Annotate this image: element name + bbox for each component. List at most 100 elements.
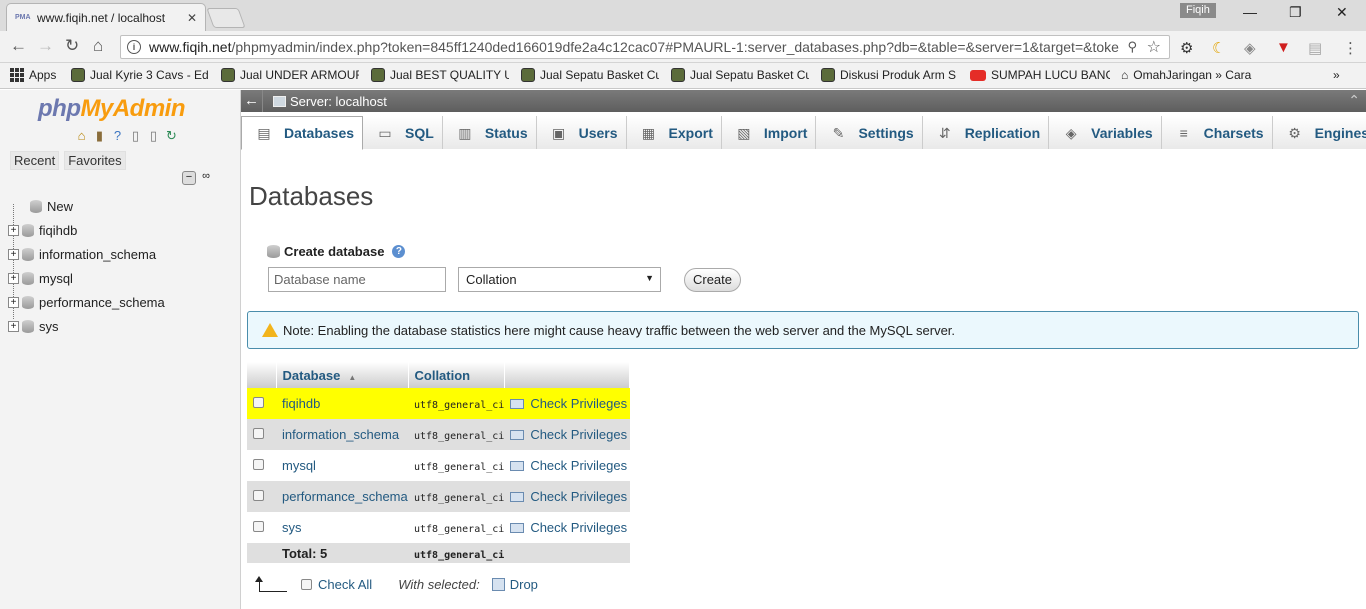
exit-icon[interactable]: ▮ xyxy=(92,128,107,143)
collapse-nav-arrow-icon[interactable]: ← xyxy=(241,90,263,112)
bookmark-apps[interactable]: Apps xyxy=(10,68,56,82)
expand-icon[interactable]: + xyxy=(8,320,19,332)
home-icon[interactable]: ⌂ xyxy=(74,128,89,143)
tree-item-fiqihdb[interactable]: + fiqihdb xyxy=(8,218,165,242)
bookmark-item[interactable]: Diskusi Produk Arm S xyxy=(821,68,959,82)
collation-cell: utf8_general_ci xyxy=(414,400,505,411)
database-link[interactable]: sys xyxy=(282,520,302,535)
link-icon[interactable]: ∞ xyxy=(199,171,213,185)
row-checkbox[interactable] xyxy=(253,521,264,532)
tree-item-information-schema[interactable]: + information_schema xyxy=(8,242,165,266)
server-breadcrumb[interactable]: Server: localhost xyxy=(273,94,387,109)
key-icon[interactable]: ⚲ xyxy=(1127,39,1137,55)
tab-engines[interactable]: ⚙ Engines xyxy=(1272,116,1366,149)
settings-icon[interactable]: ▯ xyxy=(146,128,161,143)
bookmark-item[interactable]: Jual Sepatu Basket Cu xyxy=(521,68,659,82)
expand-icon[interactable]: + xyxy=(8,224,19,236)
table-row[interactable]: sys utf8_general_ci Check Privileges xyxy=(247,512,630,543)
tab-export[interactable]: ▦ Export xyxy=(626,116,722,149)
close-tab-icon[interactable]: ✕ xyxy=(187,11,197,25)
header-database[interactable]: Database ▲ xyxy=(276,362,409,388)
more-bookmarks-button[interactable]: » xyxy=(1333,68,1340,82)
tab-favorites[interactable]: Favorites xyxy=(64,151,126,170)
tab-sql[interactable]: ▭ SQL xyxy=(363,116,443,149)
check-privileges-link[interactable]: Check Privileges xyxy=(510,458,629,473)
expand-icon[interactable]: + xyxy=(8,272,19,284)
site-info-icon[interactable]: i xyxy=(127,40,141,54)
database-link[interactable]: mysql xyxy=(282,458,316,473)
check-privileges-link[interactable]: Check Privileges xyxy=(510,427,629,442)
tab-status[interactable]: ▥ Status xyxy=(442,116,537,149)
profile-badge[interactable]: Fiqih xyxy=(1180,3,1216,18)
bookmark-item[interactable]: SUMPAH LUCU BANG xyxy=(970,68,1110,82)
tree-item-sys[interactable]: + sys xyxy=(8,314,165,338)
drop-button[interactable]: Drop xyxy=(510,577,538,592)
check-privileges-link[interactable]: Check Privileges xyxy=(510,520,629,535)
moon-extension-icon[interactable]: ☾ xyxy=(1212,39,1225,57)
tab-import[interactable]: ▧ Import xyxy=(721,116,817,149)
header-collation[interactable]: Collation xyxy=(408,362,505,388)
back-arrow-icon[interactable]: ← xyxy=(10,36,27,56)
help-icon[interactable]: ? xyxy=(110,128,125,143)
pdf-extension-icon[interactable]: ▤ xyxy=(1308,39,1322,57)
gear-extension-icon[interactable]: ⚙ xyxy=(1180,39,1193,57)
restore-icon[interactable]: ❐ xyxy=(1289,4,1302,21)
bookmark-item[interactable]: Jual Kyrie 3 Cavs - Ed: xyxy=(71,68,209,82)
table-row[interactable]: performance_schema utf8_general_ci Check… xyxy=(247,481,630,512)
url-path: /phpmyadmin/index.php?token=845ff1240ded… xyxy=(231,39,1119,55)
browser-tab[interactable]: PMA www.fiqih.net / localhost ✕ xyxy=(6,3,206,31)
tab-variables[interactable]: ◈ Variables xyxy=(1049,116,1162,149)
reload-icon[interactable]: ↻ xyxy=(65,36,79,56)
database-link[interactable]: performance_schema xyxy=(282,489,408,504)
collapse-all-icon[interactable]: − xyxy=(182,171,196,185)
database-link[interactable]: information_schema xyxy=(282,427,399,442)
window-close-icon[interactable]: ✕ xyxy=(1336,4,1348,21)
create-button[interactable]: Create xyxy=(684,268,741,292)
new-tab-button[interactable] xyxy=(206,8,246,28)
tree-item-mysql[interactable]: + mysql xyxy=(8,266,165,290)
address-bar[interactable]: i www.fiqih.net/phpmyadmin/index.php?tok… xyxy=(120,35,1170,59)
bookmark-item[interactable]: Jual Sepatu Basket Cu xyxy=(671,68,809,82)
box-extension-icon[interactable]: ◈ xyxy=(1244,39,1256,57)
privileges-icon xyxy=(510,460,525,471)
tree-item-new[interactable]: New xyxy=(8,194,165,218)
expand-icon[interactable]: + xyxy=(8,248,19,260)
expand-icon[interactable]: + xyxy=(8,296,19,308)
check-all-label[interactable]: Check All xyxy=(318,577,372,592)
tab-recent[interactable]: Recent xyxy=(10,151,60,170)
reload-nav-icon[interactable]: ↻ xyxy=(164,128,179,143)
table-row[interactable]: mysql utf8_general_ci Check Privileges xyxy=(247,450,630,481)
minimize-icon[interactable]: — xyxy=(1243,4,1257,20)
check-all-checkbox[interactable] xyxy=(301,579,312,590)
collation-select[interactable]: Collation ▼ xyxy=(458,267,661,292)
docs-icon[interactable]: ▯ xyxy=(128,128,143,143)
row-checkbox[interactable] xyxy=(253,459,264,470)
check-privileges-link[interactable]: Check Privileges xyxy=(510,489,629,504)
tab-settings[interactable]: ✎ Settings xyxy=(816,116,923,149)
bookmark-item[interactable]: Jual UNDER ARMOUR xyxy=(221,68,359,82)
tab-charsets[interactable]: ≡ Charsets xyxy=(1161,116,1273,149)
phpmyadmin-logo[interactable]: phpMyAdmin xyxy=(38,95,185,123)
shield-extension-icon[interactable]: ▼ xyxy=(1276,39,1291,56)
bookmark-item[interactable]: ⌂ OmahJaringan » Cara xyxy=(1121,68,1261,82)
check-privileges-link[interactable]: Check Privileges xyxy=(510,396,629,411)
tab-databases[interactable]: ▤ Databases xyxy=(241,116,364,150)
help-icon[interactable]: ? xyxy=(392,245,406,258)
database-link[interactable]: fiqihdb xyxy=(282,396,320,411)
tree-item-performance-schema[interactable]: + performance_schema xyxy=(8,290,165,314)
row-checkbox[interactable] xyxy=(253,428,264,439)
tab-users[interactable]: ▣ Users xyxy=(536,116,627,149)
tab-replication[interactable]: ⇵ Replication xyxy=(922,116,1050,149)
row-checkbox[interactable] xyxy=(253,397,264,408)
forward-arrow-icon[interactable]: → xyxy=(37,36,54,56)
bookmark-item[interactable]: Jual BEST QUALITY U: xyxy=(371,68,509,82)
menu-kebab-icon[interactable]: ⋮ xyxy=(1343,39,1358,57)
home-icon[interactable]: ⌂ xyxy=(93,36,103,56)
database-name-input[interactable] xyxy=(268,267,446,292)
table-row[interactable]: information_schema utf8_general_ci Check… xyxy=(247,419,630,450)
table-row[interactable]: fiqihdb utf8_general_ci Check Privileges xyxy=(247,388,630,419)
scroll-top-icon[interactable]: ⌃ xyxy=(1348,92,1360,109)
row-checkbox[interactable] xyxy=(253,490,264,501)
bookmark-star-icon[interactable]: ☆ xyxy=(1147,37,1161,57)
site-favicon-icon xyxy=(671,68,685,82)
